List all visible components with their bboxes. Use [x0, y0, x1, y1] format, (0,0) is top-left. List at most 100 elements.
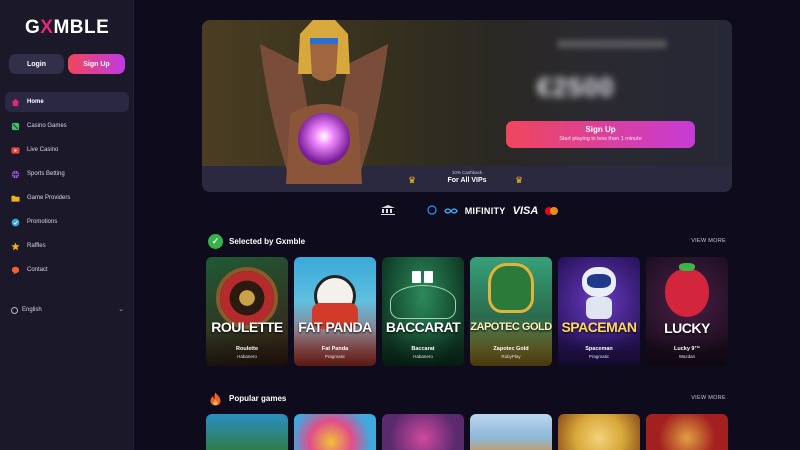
auth-buttons: Login Sign Up [5, 49, 129, 79]
sidebar-item-contact[interactable]: Contact [5, 260, 129, 280]
sidebar-item-home[interactable]: Home [5, 92, 129, 112]
folder-icon [11, 194, 20, 203]
visa-logo: VISA [512, 204, 539, 217]
signup-button[interactable]: Sign Up [68, 54, 125, 74]
popular-game-card[interactable] [294, 414, 376, 450]
tag-icon [11, 218, 20, 227]
selected-section-header: ✓ Selected by Gxmble VIEW MORE [208, 234, 726, 250]
game-card-spaceman[interactable]: SPACEMAN Spaceman Pragmatic [558, 257, 640, 366]
sidebar-item-live-casino[interactable]: Live Casino [5, 140, 129, 160]
astronaut-body-art [586, 297, 612, 319]
payment-methods: MIFINITY VISA [381, 202, 559, 220]
strawberry-art [665, 269, 709, 317]
game-card-lucky-9[interactable]: LUCKY Lucky 9™ Wazdan [646, 257, 728, 366]
visor-art [587, 274, 611, 288]
play-icon [11, 146, 20, 155]
hero-signup-title: Sign Up [585, 125, 616, 134]
app-root: GXMBLE Login Sign Up Home Casino Games L… [0, 0, 800, 450]
selected-view-more-link[interactable]: VIEW MORE [691, 238, 726, 244]
selected-section-title: Selected by Gxmble [229, 237, 306, 246]
home-icon [11, 98, 20, 107]
language-label: English [22, 307, 42, 313]
sidebar: GXMBLE Login Sign Up Home Casino Games L… [0, 0, 134, 450]
ball-icon [11, 170, 20, 179]
circle-logo-icon [427, 202, 437, 220]
game-provider: Wazdan [678, 354, 696, 359]
game-card-zapotec-gold[interactable]: ZAPOTEC GOLD Zapotec Gold RubyPlay [470, 257, 552, 366]
hero-amount-caption-blurred [557, 40, 667, 48]
popular-game-card[interactable] [470, 414, 552, 450]
sidebar-item-label: Game Providers [27, 195, 71, 201]
game-art-title: LUCKY [664, 320, 710, 336]
popular-section-title: Popular games [229, 394, 287, 403]
game-art-title: ZAPOTEC GOLD [470, 321, 552, 333]
vip-cashback-big: For All VIPs [447, 177, 487, 184]
chevron-down-icon: ⌄ [118, 306, 124, 313]
vip-cashback-small: 10% Cashback [451, 170, 483, 175]
game-provider: Habanero [237, 354, 257, 359]
aztec-mask-art [488, 263, 534, 313]
game-card-roulette[interactable]: ROULETTE Roulette Habanero [206, 257, 288, 366]
game-art-title: ROULETTE [211, 319, 283, 335]
dice-icon [11, 122, 20, 131]
game-name: Roulette [236, 346, 258, 352]
game-name: Zapotec Gold [493, 346, 529, 352]
game-art-title: FAT PANDA [298, 319, 372, 335]
game-card-fat-panda[interactable]: FAT PANDA Fat Panda Pragmatic [294, 257, 376, 366]
logo-text-right: MBLE [53, 17, 110, 38]
sidebar-item-game-providers[interactable]: Game Providers [5, 188, 129, 208]
leaf-art [679, 263, 695, 271]
card-art [424, 271, 433, 283]
game-card-baccarat[interactable]: BACCARAT Baccarat Habanero [382, 257, 464, 366]
popular-game-card[interactable] [382, 414, 464, 450]
popular-game-card[interactable] [206, 414, 288, 450]
flame-icon [208, 391, 223, 406]
checkmark-icon: ✓ [208, 234, 223, 249]
game-provider: RubyPlay [501, 354, 521, 359]
language-selector[interactable]: English ⌄ [11, 305, 124, 315]
game-provider: Pragmatic [588, 354, 610, 359]
pharaoh-illustration [260, 20, 388, 184]
popular-view-more-link[interactable]: VIEW MORE [691, 395, 726, 401]
hero-signup-subtitle: Start playing in less than 1 minute [559, 136, 642, 142]
hero-signup-button[interactable]: Sign Up Start playing in less than 1 min… [506, 121, 695, 148]
brand-logo[interactable]: GXMBLE [25, 17, 109, 39]
sidebar-item-label: Casino Games [27, 123, 67, 129]
game-name: Baccarat [411, 346, 435, 352]
hero-banner: €2500 Sign Up Start playing in less than… [202, 20, 732, 192]
popular-game-card[interactable] [646, 414, 728, 450]
selected-games-row: ROULETTE Roulette Habanero FAT PANDA Fat… [206, 257, 731, 366]
chat-icon [11, 266, 20, 275]
star-icon [11, 241, 20, 251]
baccarat-table-art [390, 285, 456, 319]
globe-icon [11, 306, 18, 314]
game-art-title: SPACEMAN [561, 319, 637, 335]
crown-icon: ♛ [408, 175, 417, 185]
game-art-title: BACCARAT [385, 319, 461, 335]
sidebar-item-casino-games[interactable]: Casino Games [5, 116, 129, 136]
main-content: €2500 Sign Up Start playing in less than… [134, 0, 800, 450]
sidebar-item-sports-betting[interactable]: Sports Betting [5, 164, 129, 184]
sidebar-item-label: Contact [27, 267, 48, 273]
sidebar-item-label: Live Casino [27, 147, 59, 153]
popular-games-row [206, 414, 731, 450]
popular-section-header: Popular games VIEW MORE [208, 391, 726, 407]
logo-text-left: G [25, 17, 41, 38]
sidebar-nav: Home Casino Games Live Casino Sports Bet… [5, 92, 129, 284]
sidebar-item-promotions[interactable]: Promotions [5, 212, 129, 232]
sidebar-item-label: Home [27, 99, 44, 105]
sidebar-item-label: Promotions [27, 219, 58, 225]
game-provider: Habanero [413, 354, 433, 359]
bank-icon [381, 202, 395, 220]
logo-text-x: X [40, 17, 54, 38]
popular-game-card[interactable] [558, 414, 640, 450]
crown-icon: ♛ [515, 175, 524, 185]
sidebar-item-raffles[interactable]: Raffles [5, 236, 129, 256]
game-name: Fat Panda [321, 346, 349, 352]
game-name: Lucky 9™ [674, 346, 700, 352]
sidebar-item-label: Raffles [27, 243, 46, 249]
sidebar-item-label: Sports Betting [27, 171, 65, 177]
mifinity-icon [443, 202, 458, 220]
mastercard-icon [545, 206, 559, 215]
login-button[interactable]: Login [9, 54, 64, 74]
